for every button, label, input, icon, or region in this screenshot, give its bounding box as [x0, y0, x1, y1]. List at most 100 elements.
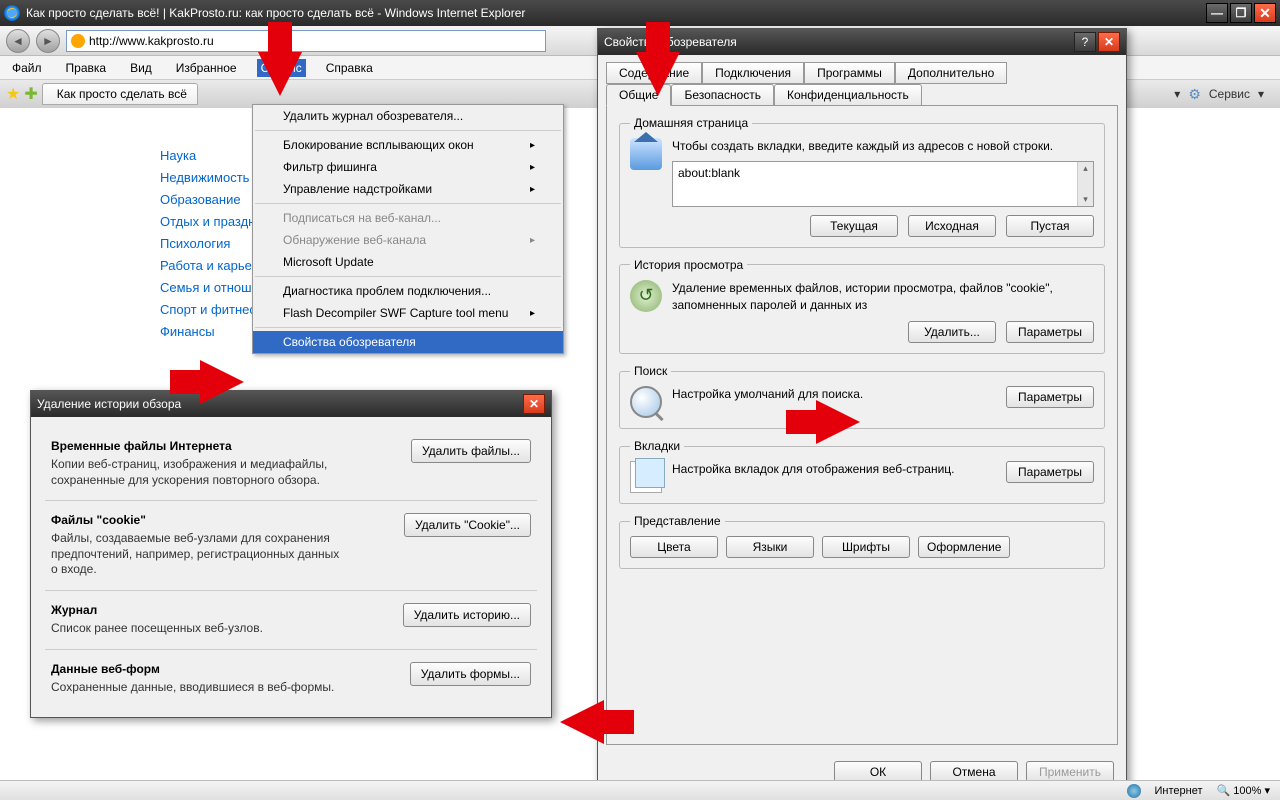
globe-icon: [1127, 784, 1141, 798]
languages-button[interactable]: Языки: [726, 536, 814, 558]
history-delete-button[interactable]: Удалить...: [908, 321, 996, 343]
browser-tab[interactable]: Как просто сделать всё: [42, 83, 198, 105]
menu-file[interactable]: Файл: [8, 59, 46, 77]
use-current-button[interactable]: Текущая: [810, 215, 898, 237]
url-text: http://www.kakprosto.ru: [89, 34, 214, 48]
delete-cookies-button[interactable]: Удалить "Cookie"...: [404, 513, 531, 537]
fonts-button[interactable]: Шрифты: [822, 536, 910, 558]
tab-advanced[interactable]: Дополнительно: [895, 62, 1007, 84]
annotation-arrow: [636, 52, 680, 96]
appearance-group: Представление Цвета Языки Шрифты Оформле…: [619, 514, 1105, 569]
menu-separator: [255, 276, 561, 277]
service-dropdown: Удалить журнал обозревателя... Блокирова…: [252, 104, 564, 354]
use-blank-button[interactable]: Пустая: [1006, 215, 1094, 237]
section-heading: Данные веб-форм: [51, 662, 334, 676]
annotation-arrow: [560, 700, 604, 744]
favicon-icon: [71, 34, 85, 48]
search-icon: [630, 386, 662, 418]
close-icon[interactable]: ✕: [1098, 32, 1120, 52]
group-legend: Домашняя страница: [630, 116, 752, 130]
delete-forms-button[interactable]: Удалить формы...: [410, 662, 531, 686]
tab-security[interactable]: Безопасность: [671, 84, 774, 106]
section-desc: Файлы, создаваемые веб-узлами для сохран…: [51, 531, 341, 578]
home-url-textarea[interactable]: about:blank ▴▾: [672, 161, 1094, 207]
section-desc: Копии веб-страниц, изображения и медиафа…: [51, 457, 341, 488]
delete-history-button[interactable]: Удалить историю...: [403, 603, 531, 627]
group-legend: История просмотра: [630, 258, 747, 272]
tabs-icon: [630, 461, 662, 493]
annotation-arrow: [258, 52, 302, 96]
menu-item-phishing-filter[interactable]: Фильтр фишинга: [253, 156, 563, 178]
menu-favorites[interactable]: Избранное: [172, 59, 241, 77]
accessibility-button[interactable]: Оформление: [918, 536, 1010, 558]
internet-options-dialog: Свойства обозревателя ? ✕ Содержание Под…: [597, 28, 1127, 794]
add-favorites-icon[interactable]: ✚: [24, 84, 37, 104]
history-settings-button[interactable]: Параметры: [1006, 321, 1094, 343]
menu-help[interactable]: Справка: [322, 59, 377, 77]
annotation-arrow: [816, 400, 860, 444]
menu-item-internet-options[interactable]: Свойства обозревателя: [253, 331, 563, 353]
tabs-settings-button[interactable]: Параметры: [1006, 461, 1094, 483]
dialog-titlebar[interactable]: Удаление истории обзора ✕: [31, 391, 551, 417]
maximize-button[interactable]: ❐: [1230, 3, 1252, 23]
menu-item-diagnose-connection[interactable]: Диагностика проблем подключения...: [253, 280, 563, 302]
menu-view[interactable]: Вид: [126, 59, 156, 77]
menu-item-flash-decompiler[interactable]: Flash Decompiler SWF Capture tool menu: [253, 302, 563, 324]
menu-separator: [255, 130, 561, 131]
use-default-button[interactable]: Исходная: [908, 215, 996, 237]
toolbar-service-label[interactable]: Сервис: [1209, 87, 1250, 101]
menu-item-feed-discovery: Обнаружение веб-канала: [253, 229, 563, 251]
ie-icon: [4, 5, 20, 21]
security-zone: Интернет: [1155, 785, 1203, 797]
home-icon: [630, 138, 662, 170]
tab-connections[interactable]: Подключения: [702, 62, 804, 84]
section-heading: Журнал: [51, 603, 263, 617]
close-icon[interactable]: ✕: [523, 394, 545, 414]
home-page-group: Домашняя страница Чтобы создать вкладки,…: [619, 116, 1105, 248]
menu-edit[interactable]: Правка: [62, 59, 111, 77]
home-desc: Чтобы создать вкладки, введите каждый из…: [672, 139, 1053, 153]
delete-files-button[interactable]: Удалить файлы...: [411, 439, 531, 463]
menu-item-manage-addons[interactable]: Управление надстройками: [253, 178, 563, 200]
tab-programs[interactable]: Программы: [804, 62, 895, 84]
chevron-down-icon[interactable]: ▾: [1258, 87, 1264, 101]
group-legend: Представление: [630, 514, 725, 528]
favorites-star-icon[interactable]: ★: [6, 84, 20, 104]
forward-button[interactable]: ►: [36, 29, 60, 53]
menu-item-microsoft-update[interactable]: Microsoft Update: [253, 251, 563, 273]
zoom-level[interactable]: 🔍 100% ▾: [1217, 784, 1270, 797]
browsing-history-group: История просмотра Удаление временных фай…: [619, 258, 1105, 355]
tab-title: Как просто сделать всё: [57, 87, 187, 101]
colors-button[interactable]: Цвета: [630, 536, 718, 558]
window-titlebar: Как просто сделать всё! | KakProsto.ru: …: [0, 0, 1280, 26]
history-desc: Удаление временных файлов, истории просм…: [672, 280, 1094, 314]
tab-privacy[interactable]: Конфиденциальность: [774, 84, 922, 106]
annotation-arrow: [200, 360, 244, 404]
window-title: Как просто сделать всё! | KakProsto.ru: …: [26, 6, 1206, 20]
menu-item-subscribe-feed: Подписаться на веб-канал...: [253, 207, 563, 229]
search-group: Поиск Настройка умолчаний для поиска. Па…: [619, 364, 1105, 429]
menu-item-popup-blocker[interactable]: Блокирование всплывающих окон: [253, 134, 563, 156]
close-button[interactable]: ✕: [1254, 3, 1276, 23]
menu-separator: [255, 203, 561, 204]
dialog-title: Свойства обозревателя: [604, 35, 1074, 49]
gear-icon[interactable]: ⚙: [1188, 86, 1201, 103]
group-legend: Вкладки: [630, 439, 684, 453]
menu-item-delete-history[interactable]: Удалить журнал обозревателя...: [253, 105, 563, 127]
minimize-button[interactable]: —: [1206, 3, 1228, 23]
tabs-group: Вкладки Настройка вкладок для отображени…: [619, 439, 1105, 504]
search-settings-button[interactable]: Параметры: [1006, 386, 1094, 408]
help-icon[interactable]: ?: [1074, 32, 1096, 52]
section-desc: Список ранее посещенных веб-узлов.: [51, 621, 263, 637]
chevron-down-icon[interactable]: ▾: [1174, 87, 1180, 101]
history-icon: [630, 280, 662, 312]
section-desc: Сохраненные данные, вводившиеся в веб-фо…: [51, 680, 334, 696]
menu-separator: [255, 327, 561, 328]
back-button[interactable]: ◄: [6, 29, 30, 53]
scrollbar[interactable]: ▴▾: [1077, 162, 1093, 206]
status-bar: Интернет 🔍 100% ▾: [0, 780, 1280, 800]
address-bar[interactable]: http://www.kakprosto.ru: [66, 30, 546, 52]
tabs-desc: Настройка вкладок для отображения веб-ст…: [672, 461, 996, 478]
section-heading: Временные файлы Интернета: [51, 439, 341, 453]
delete-history-dialog: Удаление истории обзора ✕ Временные файл…: [30, 390, 552, 718]
